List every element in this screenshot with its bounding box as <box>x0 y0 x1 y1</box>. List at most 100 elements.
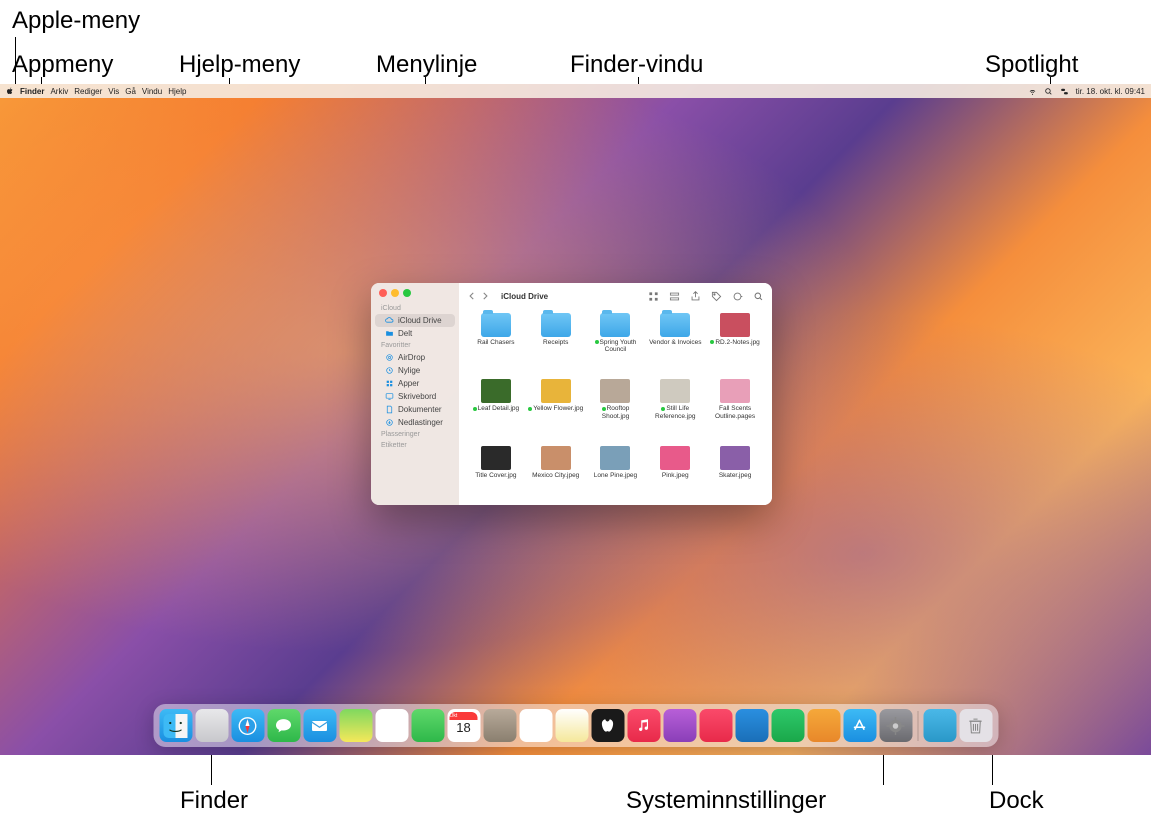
menubar-datetime[interactable]: tir. 18. okt. kl. 09:41 <box>1076 87 1145 96</box>
file-item[interactable]: Yellow Flower.jpg <box>527 379 585 441</box>
control-center-icon[interactable] <box>1060 87 1069 96</box>
file-item[interactable]: Skater.jpeg <box>706 446 764 501</box>
dock-maps[interactable] <box>339 709 372 742</box>
menu-ga[interactable]: Gå <box>125 87 136 96</box>
cloud-icon <box>385 316 394 325</box>
back-button[interactable] <box>467 291 478 302</box>
file-item[interactable]: Pink.jpeg <box>646 446 704 501</box>
callout-spotlight: Spotlight <box>985 51 1078 79</box>
file-thumbnail <box>481 446 511 470</box>
menu-arkiv[interactable]: Arkiv <box>50 87 68 96</box>
callout-dock: Dock <box>989 787 1044 815</box>
zoom-button[interactable] <box>403 289 411 297</box>
file-item[interactable]: Rooftop Shoot.jpg <box>587 379 645 441</box>
menu-rediger[interactable]: Rediger <box>74 87 102 96</box>
dock-trash[interactable] <box>959 709 992 742</box>
macos-desktop: Finder Arkiv Rediger Vis Gå Vindu Hjelp … <box>0 84 1151 755</box>
dock-messages[interactable] <box>267 709 300 742</box>
sidebar-item-nedlastinger[interactable]: Nedlastinger <box>375 416 455 429</box>
dock-downloads[interactable] <box>923 709 956 742</box>
folder-shared-icon <box>385 329 394 338</box>
file-item[interactable]: Lone Pine.jpeg <box>587 446 645 501</box>
close-button[interactable] <box>379 289 387 297</box>
file-item[interactable]: Leaf Detail.jpg <box>467 379 525 441</box>
file-item[interactable]: Rail Chasers <box>467 313 525 375</box>
file-item[interactable]: Mexico City.jpeg <box>527 446 585 501</box>
file-label: RD.2-Notes.jpg <box>710 339 759 346</box>
file-label: Still Life Reference.jpg <box>647 405 703 419</box>
file-thumbnail <box>481 379 511 403</box>
dock-contacts[interactable] <box>483 709 516 742</box>
sync-status-icon <box>710 340 714 344</box>
desktop-icon <box>385 392 394 401</box>
dock-finder[interactable] <box>159 709 192 742</box>
sidebar-item-dokumenter[interactable]: Dokumenter <box>375 403 455 416</box>
file-thumbnail <box>720 313 750 337</box>
spotlight-icon[interactable] <box>1044 87 1053 96</box>
dock-news[interactable] <box>699 709 732 742</box>
file-thumbnail <box>541 379 571 403</box>
sidebar-section-header: Plasseringer <box>371 429 459 440</box>
file-label: Lone Pine.jpeg <box>594 472 637 479</box>
dock-music[interactable] <box>627 709 660 742</box>
dock-keynote[interactable] <box>735 709 768 742</box>
dock-pages[interactable] <box>807 709 840 742</box>
dock-calendar[interactable]: Okt18 <box>447 709 480 742</box>
file-label: Mexico City.jpeg <box>532 472 579 479</box>
sidebar-item-airdrop[interactable]: AirDrop <box>375 351 455 364</box>
view-icons-button[interactable] <box>648 291 659 302</box>
sidebar-item-apper[interactable]: Apper <box>375 377 455 390</box>
dock-photos[interactable] <box>375 709 408 742</box>
menu-vindu[interactable]: Vindu <box>142 87 162 96</box>
sidebar-item-nylige[interactable]: Nylige <box>375 364 455 377</box>
app-menu[interactable]: Finder <box>20 87 44 96</box>
dock-separator <box>917 711 918 741</box>
file-item[interactable]: Vendor & Invoices <box>646 313 704 375</box>
file-thumbnail <box>600 379 630 403</box>
sidebar-section-header: Favoritter <box>371 340 459 351</box>
sidebar-item-label: Apper <box>398 379 419 388</box>
file-label: Vendor & Invoices <box>649 339 701 346</box>
dock-mail[interactable] <box>303 709 336 742</box>
dock-numbers[interactable] <box>771 709 804 742</box>
tag-button[interactable] <box>711 291 722 302</box>
finder-sidebar: iCloudiCloud DriveDeltFavoritterAirDropN… <box>371 283 459 505</box>
apple-menu-icon[interactable] <box>6 87 14 95</box>
dock-podcasts[interactable] <box>663 709 696 742</box>
apps-icon <box>385 379 394 388</box>
file-item[interactable]: Title Cover.jpg <box>467 446 525 501</box>
dock: Okt18 <box>153 704 998 747</box>
doc-icon <box>385 405 394 414</box>
sidebar-item-label: Nedlastinger <box>398 418 443 427</box>
file-item[interactable]: Spring Youth Council <box>587 313 645 375</box>
file-item[interactable]: Still Life Reference.jpg <box>646 379 704 441</box>
file-label: Skater.jpeg <box>719 472 752 479</box>
file-thumbnail <box>720 379 750 403</box>
sidebar-item-icloud-drive[interactable]: iCloud Drive <box>375 314 455 327</box>
dock-system-settings[interactable] <box>879 709 912 742</box>
forward-button[interactable] <box>480 291 491 302</box>
file-item[interactable]: RD.2-Notes.jpg <box>706 313 764 375</box>
wifi-icon[interactable] <box>1028 87 1037 96</box>
sidebar-item-skrivebord[interactable]: Skrivebord <box>375 390 455 403</box>
menu-hjelp[interactable]: Hjelp <box>168 87 186 96</box>
menu-vis[interactable]: Vis <box>108 87 119 96</box>
group-button[interactable] <box>669 291 680 302</box>
file-label: Spring Youth Council <box>587 339 643 353</box>
dock-facetime[interactable] <box>411 709 444 742</box>
share-button[interactable] <box>690 291 701 302</box>
sidebar-item-label: Skrivebord <box>398 392 436 401</box>
dock-launchpad[interactable] <box>195 709 228 742</box>
file-item[interactable]: Receipts <box>527 313 585 375</box>
file-item[interactable]: Fall Scents Outline.pages <box>706 379 764 441</box>
action-button[interactable] <box>732 291 743 302</box>
dock-safari[interactable] <box>231 709 264 742</box>
minimize-button[interactable] <box>391 289 399 297</box>
folder-icon <box>660 313 690 337</box>
dock-tv[interactable] <box>591 709 624 742</box>
dock-appstore[interactable] <box>843 709 876 742</box>
dock-reminders[interactable] <box>519 709 552 742</box>
sidebar-item-delt[interactable]: Delt <box>375 327 455 340</box>
dock-notes[interactable] <box>555 709 588 742</box>
search-icon[interactable] <box>753 291 764 302</box>
